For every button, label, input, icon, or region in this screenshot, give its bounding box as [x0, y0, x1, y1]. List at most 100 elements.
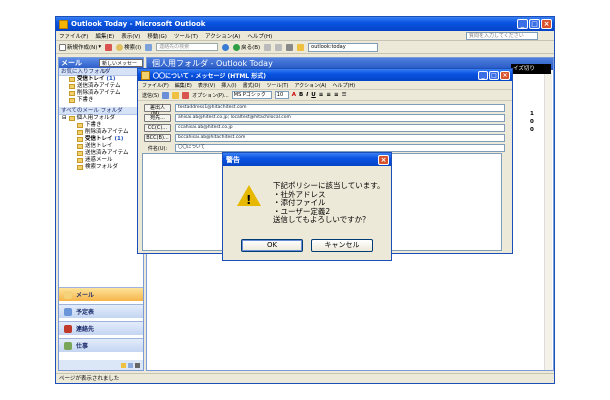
align-center-icon[interactable]: ≡: [326, 92, 331, 98]
folder-icon: [77, 165, 83, 170]
fav-inbox-count: (1): [106, 76, 116, 82]
compose-menu-view[interactable]: 表示(V): [198, 82, 215, 89]
save-icon[interactable]: [162, 91, 170, 99]
configure-buttons-icon[interactable]: [135, 362, 140, 368]
folder-outbox[interactable]: 送信トレイ: [59, 143, 143, 150]
compose-menu-format[interactable]: 書式(O): [243, 82, 261, 89]
cc-button[interactable]: CC(C)...: [144, 124, 171, 132]
compose-menu-actions[interactable]: アクション(A): [294, 82, 326, 89]
shortcuts-icon[interactable]: [128, 362, 133, 368]
dialog-close-button[interactable]: ×: [378, 155, 389, 165]
nav-tasks-button[interactable]: 仕事: [59, 338, 143, 352]
compose-menu-edit[interactable]: 編集(E): [175, 82, 192, 89]
options-button[interactable]: オプション(P)...: [192, 92, 229, 99]
folder-icon: [77, 130, 83, 135]
bcc-button[interactable]: BCC(B)...: [144, 134, 171, 142]
folder-icon: [77, 137, 83, 142]
folder-root[interactable]: ⊟ 個人用フォルダ: [59, 115, 143, 122]
to-field[interactable]: ahisai.ab@hitest.co.jp; localtest@hitach…: [175, 114, 505, 122]
forward-arrow-icon[interactable]: [264, 43, 272, 51]
compose-minimize-button[interactable]: _: [478, 71, 488, 80]
address-book-icon[interactable]: [145, 43, 153, 51]
fav-sent[interactable]: 送信済みアイテム: [59, 83, 143, 90]
nav-contacts-button[interactable]: 連絡先: [59, 321, 143, 335]
send-button[interactable]: 送信(S): [142, 92, 159, 99]
nav-calendar-label: 予定表: [76, 309, 95, 316]
menu-help[interactable]: ヘルプ(H): [247, 32, 272, 40]
folder-inbox[interactable]: 受信トレイ (1): [59, 136, 143, 143]
refresh-icon[interactable]: [286, 43, 294, 51]
side-count-3: 0: [530, 127, 534, 133]
from-row: 差出人(M)... testaddress1@hitachitest.com: [138, 103, 512, 117]
font-select[interactable]: MS Pゴシック: [231, 91, 272, 99]
compose-menu-insert[interactable]: 挿入(I): [221, 82, 236, 89]
folder-list-icon[interactable]: [121, 362, 126, 368]
address-field[interactable]: outlook:today: [308, 42, 379, 52]
compose-menu-help[interactable]: ヘルプ(H): [332, 82, 355, 89]
align-right-icon[interactable]: ≡: [334, 92, 339, 98]
italic-button[interactable]: I: [306, 92, 308, 98]
flag-icon[interactable]: [182, 91, 190, 99]
cc-row: CC(C)... ccahisai.ab@hitest.co.jp: [138, 123, 512, 133]
help-question-input[interactable]: 質問を入力してください: [466, 32, 538, 40]
bcc-row: BCC(B)... bccahisai.ab@hitachitest.com: [138, 133, 512, 143]
folder-sent[interactable]: 送信済みアイテム: [59, 150, 143, 157]
maximize-button[interactable]: □: [529, 19, 540, 29]
all-folders-header: すべてのメール フォルダ: [59, 107, 143, 115]
folder-drafts[interactable]: 下書き: [59, 122, 143, 129]
size-select[interactable]: 10: [274, 91, 289, 99]
folder-inbox-count: (1): [114, 136, 124, 142]
outlook-menubar: ファイル(F) 編集(E) 表示(V) 移動(G) ツール(T) アクション(A…: [56, 31, 554, 41]
help-icon[interactable]: [222, 43, 230, 51]
bcc-field[interactable]: bccahisai.ab@hitachitest.com: [175, 134, 505, 142]
folder-deleted[interactable]: 削除済みアイテム: [59, 129, 143, 136]
cc-field[interactable]: ccahisai.ab@hitest.co.jp: [175, 124, 505, 132]
stop-icon[interactable]: [275, 43, 283, 51]
bullets-icon[interactable]: ☰: [342, 92, 347, 98]
tasks-icon: [64, 341, 72, 350]
underline-button[interactable]: U: [311, 92, 315, 98]
folder-icon: [77, 144, 83, 149]
nav-mail-button[interactable]: メール: [59, 287, 143, 301]
expand-icon[interactable]: ⊟: [62, 115, 67, 122]
font-color-icon[interactable]: A: [292, 92, 296, 98]
minimize-button[interactable]: _: [517, 19, 528, 29]
attach-icon[interactable]: [172, 91, 180, 99]
compose-toolbar: 送信(S) オプション(P)... MS Pゴシック 10 A B I U ≡ …: [138, 90, 512, 101]
compose-maximize-button[interactable]: □: [489, 71, 499, 80]
contact-search-input[interactable]: 連絡先の検索: [156, 43, 219, 51]
ok-button[interactable]: OK: [241, 239, 303, 252]
back-button[interactable]: 戻る(B): [233, 43, 260, 51]
menu-go[interactable]: 移動(G): [147, 32, 167, 40]
fav-drafts[interactable]: 下書き: [59, 97, 143, 104]
folder-search[interactable]: 検索フォルダ: [59, 164, 143, 171]
vertical-scrollbar[interactable]: [544, 72, 552, 370]
bold-button[interactable]: B: [299, 92, 303, 98]
new-button[interactable]: 新規作成(N) ▾: [59, 43, 101, 51]
nav-calendar-button[interactable]: 予定表: [59, 304, 143, 318]
compose-menu-tools[interactable]: ツール(T): [266, 82, 288, 89]
home-icon[interactable]: [297, 43, 305, 51]
subject-field[interactable]: 〇〇について: [175, 144, 505, 152]
compose-title: 〇〇について - メッセージ (HTML 形式): [153, 72, 266, 80]
compose-menu-file[interactable]: ファイル(F): [142, 82, 169, 89]
from-button[interactable]: 差出人(M)...: [144, 104, 171, 117]
from-field[interactable]: testaddress1@hitachitest.com: [175, 104, 505, 112]
to-button[interactable]: 宛先...: [144, 114, 171, 122]
menu-edit[interactable]: 編集(E): [95, 32, 114, 40]
menu-tools[interactable]: ツール(T): [174, 32, 198, 40]
folder-junk[interactable]: 迷惑メール: [59, 157, 143, 164]
side-heading: イズ切り: [511, 64, 551, 74]
menu-file[interactable]: ファイル(F): [59, 32, 88, 40]
find-button[interactable]: 検索(I): [116, 43, 141, 51]
subject-label: 件名(U):: [147, 145, 168, 152]
print-icon[interactable]: [105, 43, 113, 51]
fav-deleted[interactable]: 削除済みアイテム: [59, 90, 143, 97]
cancel-button[interactable]: キャンセル: [311, 239, 373, 252]
menu-view[interactable]: 表示(V): [121, 32, 140, 40]
compose-close-button[interactable]: ×: [500, 71, 510, 80]
fav-inbox[interactable]: 受信トレイ (1): [59, 76, 143, 83]
menu-actions[interactable]: アクション(A): [205, 32, 240, 40]
close-button[interactable]: ×: [541, 19, 552, 29]
align-left-icon[interactable]: ≡: [319, 92, 324, 98]
